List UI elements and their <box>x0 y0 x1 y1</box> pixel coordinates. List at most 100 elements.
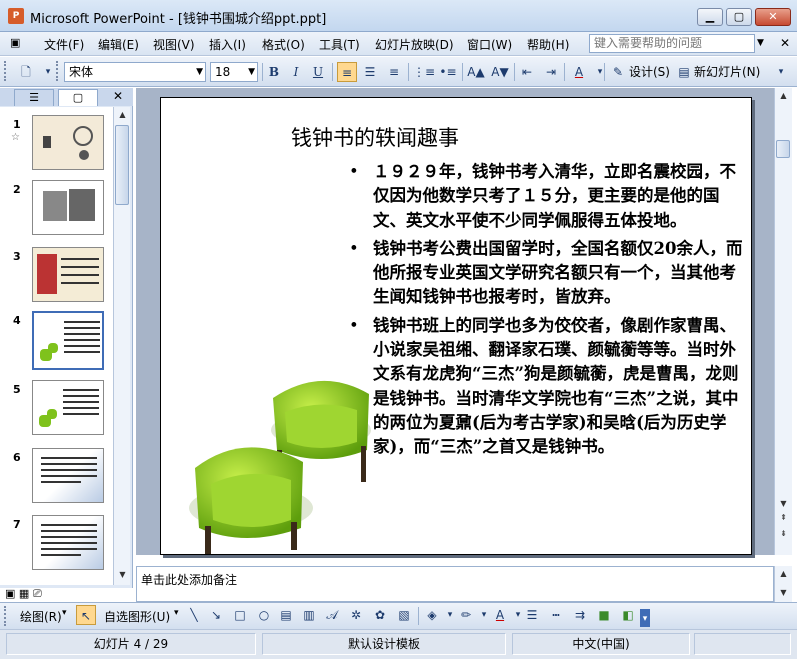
menu-slideshow[interactable]: 幻灯片放映(D) <box>375 36 454 53</box>
slide-title[interactable]: 钱钟书的轶闻趣事 <box>291 122 459 152</box>
thumbnail-row[interactable]: 6 <box>0 445 113 505</box>
menu-help[interactable]: 帮助(H) <box>527 36 569 53</box>
decrease-indent-icon[interactable]: ⇤ <box>517 62 537 82</box>
align-right-icon[interactable]: ≡ <box>384 62 404 82</box>
increase-font-icon[interactable]: A▲ <box>466 62 486 82</box>
slide-scrollbar[interactable]: ▲ ▼ ⇞ ⇟ <box>774 88 792 555</box>
oval-icon[interactable]: ○ <box>254 605 274 625</box>
slide-thumbnail[interactable] <box>32 247 104 302</box>
underline-button[interactable]: U <box>308 62 328 82</box>
toolbar-options-icon[interactable]: ▾ <box>38 62 58 82</box>
minimize-button[interactable]: ▁ <box>697 8 723 26</box>
align-center-icon[interactable]: ☰ <box>360 62 380 82</box>
normal-view-icon[interactable]: ▣ <box>5 587 15 600</box>
toolbar-grip[interactable] <box>56 61 59 81</box>
draw-menu-button[interactable]: 绘图(R) <box>20 608 62 625</box>
3d-style-icon[interactable]: ◧ <box>618 605 638 625</box>
slide-body[interactable]: • １９２９年，钱钟书考入清华，立即名震校园，不仅因为他数学只考了１５分，更主要… <box>349 160 747 464</box>
scroll-down-icon[interactable]: ▼ <box>775 585 792 601</box>
decrease-font-icon[interactable]: A▼ <box>490 62 510 82</box>
toolbar-grip[interactable] <box>4 606 7 626</box>
slide-thumbnail[interactable] <box>32 115 104 170</box>
menu-edit[interactable]: 编辑(E) <box>98 36 139 53</box>
slide-sorter-icon[interactable]: ▦ <box>19 587 29 600</box>
notes-pane[interactable]: 单击此处添加备注 <box>136 566 774 602</box>
chevron-down-icon[interactable]: ▾ <box>590 62 610 82</box>
chevron-down-icon[interactable]: ▾ <box>174 608 179 618</box>
thumbnail-row[interactable]: 4 <box>0 308 113 370</box>
align-left-icon[interactable]: ≡ <box>337 62 357 82</box>
toolbar-grip[interactable] <box>4 61 7 81</box>
new-document-icon[interactable]: 🗋 <box>16 62 36 82</box>
scroll-thumb[interactable] <box>776 140 790 158</box>
slide-thumbnail[interactable] <box>32 380 104 435</box>
thumbnail-row[interactable]: 3 <box>0 244 113 304</box>
picture-icon[interactable]: ▧ <box>394 605 414 625</box>
close-button[interactable]: ✕ <box>755 8 791 26</box>
diagram-icon[interactable]: ✲ <box>346 605 366 625</box>
dash-style-icon[interactable]: ┅ <box>546 605 566 625</box>
slide-thumbnail-selected[interactable] <box>32 311 104 370</box>
menu-tools[interactable]: 工具(T) <box>319 36 360 53</box>
line-icon[interactable]: ╲ <box>184 605 204 625</box>
line-color-icon[interactable]: ✏ <box>456 605 476 625</box>
scroll-up-icon[interactable]: ▲ <box>114 107 131 123</box>
arrow-style-icon[interactable]: ⇉ <box>570 605 590 625</box>
shadow-style-icon[interactable]: ■ <box>594 605 614 625</box>
thumbnail-row[interactable]: 5 <box>0 377 113 437</box>
italic-button[interactable]: I <box>286 62 306 82</box>
new-slide-button[interactable]: 新幻灯片(N) <box>694 63 760 80</box>
thumbnail-row[interactable]: 7 <box>0 512 113 572</box>
slide-thumbnail[interactable] <box>32 180 104 235</box>
menu-window[interactable]: 窗口(W) <box>467 36 512 53</box>
wordart-icon[interactable]: 𝒜 <box>322 605 342 625</box>
autoshapes-button[interactable]: 自选图形(U) <box>104 608 170 625</box>
rectangle-icon[interactable]: □ <box>230 605 250 625</box>
previous-slide-icon[interactable]: ⇞ <box>775 510 792 526</box>
thumbnail-row[interactable]: 2 <box>0 177 113 237</box>
bullet-list-icon[interactable]: •≡ <box>438 62 458 82</box>
notes-placeholder[interactable]: 单击此处添加备注 <box>141 571 237 588</box>
tab-slides[interactable]: ▢ <box>58 89 98 106</box>
scroll-up-icon[interactable]: ▲ <box>775 88 792 104</box>
slideshow-icon[interactable]: ⎚ <box>33 587 42 600</box>
scroll-thumb[interactable] <box>115 125 129 205</box>
design-button[interactable]: 设计(S) <box>629 63 670 80</box>
line-style-icon[interactable]: ☰ <box>522 605 542 625</box>
textbox-icon[interactable]: ▤ <box>276 605 296 625</box>
increase-indent-icon[interactable]: ⇥ <box>541 62 561 82</box>
scroll-up-icon[interactable]: ▲ <box>775 566 792 582</box>
font-color-icon[interactable]: A <box>569 62 589 82</box>
vertical-textbox-icon[interactable]: ▥ <box>299 605 319 625</box>
maximize-button[interactable]: ▢ <box>726 8 752 26</box>
toolbar-options-icon[interactable]: ▾ <box>640 609 650 627</box>
document-menu-icon[interactable]: ▣ <box>10 36 20 49</box>
notes-scrollbar[interactable]: ▲ ▼ <box>774 566 792 602</box>
bold-button[interactable]: B <box>264 62 284 82</box>
thumbnails-scrollbar[interactable]: ▲ ▼ <box>113 107 130 585</box>
menu-view[interactable]: 视图(V) <box>153 36 195 53</box>
chevron-down-icon[interactable]: ▼ <box>757 38 764 48</box>
font-size-select[interactable]: 18 ▼ <box>210 62 258 82</box>
menu-insert[interactable]: 插入(I) <box>209 36 246 53</box>
clipart-icon[interactable]: ✿ <box>370 605 390 625</box>
design-template[interactable]: 默认设计模板 <box>262 633 506 655</box>
fill-color-icon[interactable]: ◈ <box>422 605 442 625</box>
document-close-icon[interactable]: ✕ <box>780 36 790 50</box>
new-slide-icon[interactable]: ▤ <box>674 62 694 82</box>
close-icon[interactable]: ✕ <box>113 89 123 103</box>
help-search-input[interactable]: 键入需要帮助的问题 <box>589 34 755 53</box>
toolbar-options-icon[interactable]: ▾ <box>771 62 791 82</box>
design-icon[interactable]: ✎ <box>608 62 628 82</box>
current-slide[interactable]: 钱钟书的轶闻趣事 • １９２９年，钱钟书考入清华，立即名震校园，不仅因为他数学只… <box>160 97 752 555</box>
numbered-list-icon[interactable]: ⋮≡ <box>413 62 435 82</box>
menu-file[interactable]: 文件(F) <box>44 36 84 53</box>
arrow-icon[interactable]: ↘ <box>206 605 226 625</box>
font-color-icon[interactable]: A <box>490 605 510 625</box>
tab-outline[interactable]: ☰ <box>14 89 54 106</box>
font-name-select[interactable]: 宋体 ▼ <box>64 62 206 82</box>
menu-format[interactable]: 格式(O) <box>262 36 305 53</box>
thumbnail-row[interactable]: 1 ☆ <box>0 112 113 172</box>
slide-thumbnail[interactable] <box>32 515 104 570</box>
scroll-down-icon[interactable]: ▼ <box>114 567 131 583</box>
